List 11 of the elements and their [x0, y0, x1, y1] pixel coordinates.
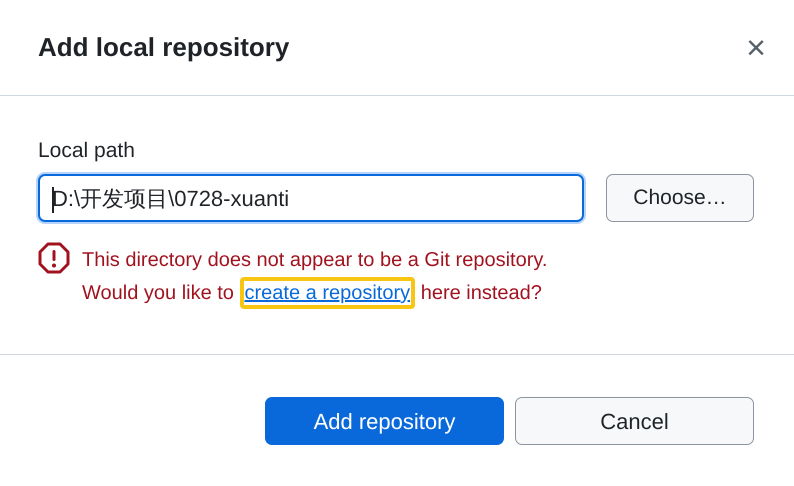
choose-button[interactable]: Choose… [606, 174, 754, 222]
field-label: Local path [38, 138, 136, 164]
dialog-title: Add local repository [38, 31, 290, 64]
error-icon [38, 242, 70, 274]
create-repository-link[interactable]: create a repository [240, 277, 416, 309]
cancel-button[interactable]: Cancel [515, 397, 754, 445]
error-message: This directory does not appear to be a Git repository. Would you like to create a repository here instead? [82, 244, 548, 310]
close-button[interactable]: × [742, 30, 770, 64]
text-cursor [52, 187, 54, 213]
add-repository-button[interactable]: Add repository [265, 397, 504, 445]
path-field[interactable]: D:\开发项目\0728-xuanti [38, 174, 584, 222]
